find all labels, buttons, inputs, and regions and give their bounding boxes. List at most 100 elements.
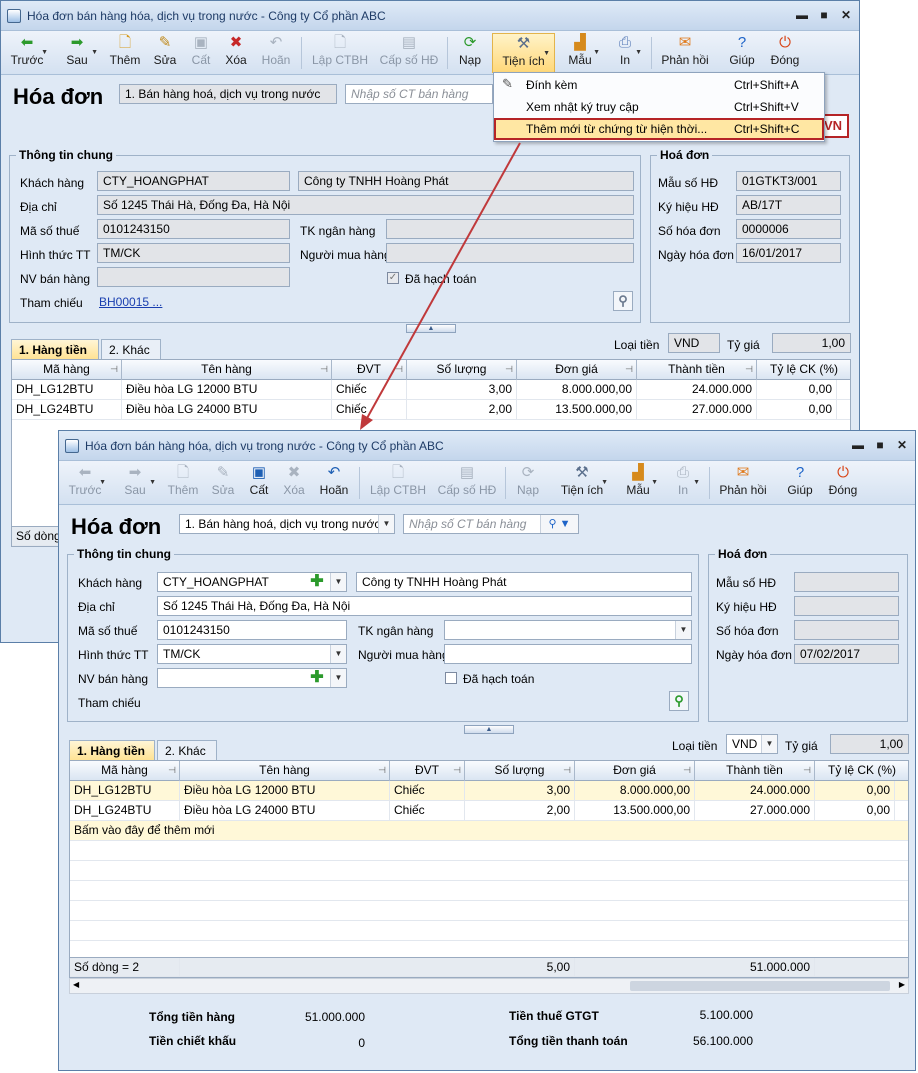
template-button[interactable]: ▟ Mẫu ▼ [619,463,658,503]
buyer-field[interactable] [386,243,634,263]
date-field[interactable]: 07/02/2017 [794,644,899,664]
table-row[interactable]: DH_LG12BTU Điều hòa LG 12000 BTU Chiếc 3,00… [12,380,850,400]
table-row[interactable] [70,861,908,881]
prev-button[interactable]: ⬅ Trước ▼ [65,463,106,503]
undo-button[interactable]: ↶ Hoãn [257,33,295,73]
delete-button[interactable]: ✖ Xóa [277,463,311,503]
load-button[interactable]: ⟳ Nạp [455,33,485,73]
address-field[interactable]: Số 1245 Thái Hà, Đống Đa, Hà Nội [97,195,634,215]
close-window-button[interactable]: ✕ [893,437,911,455]
customer-name-field[interactable]: Công ty TNHH Hoàng Phát [356,572,692,592]
maximize-button[interactable]: ■ [871,437,889,455]
add-button[interactable]: 🗋 Thêm [163,463,203,503]
print-button[interactable]: ⎙ In ▼ [609,33,642,73]
tab-other[interactable]: 2. Khác [101,339,161,359]
bank-field[interactable]: ▼ [444,620,692,640]
currency-field[interactable]: VND [668,333,720,353]
add-row-hint[interactable]: Bấm vào đây để thêm mới [70,821,908,841]
next-button[interactable]: ➡ Sau ▼ [57,33,98,73]
posted-checkbox[interactable]: ✓ [387,272,399,284]
posted-checkbox[interactable] [445,672,457,684]
bank-field[interactable] [386,219,634,239]
customer-code-field[interactable]: CTY_HOANGPHAT [97,171,290,191]
invoice-number-button[interactable]: ▤ Cấp số HĐ [435,463,499,503]
tax-field[interactable]: 0101243150 [97,219,290,239]
invoice-type-select[interactable]: 1. Bán hàng hoá, dịch vụ trong nước [119,84,337,104]
ctbh-button[interactable]: 🗋 Lập CTBH [309,33,371,73]
close-form-button[interactable]: ⏻ Đóng [765,33,805,73]
prev-button[interactable]: ⬅ Trước ▼ [7,33,48,73]
tab-goods[interactable]: 1. Hàng tiền [11,339,99,359]
menu-item-copy-from-current[interactable]: Thêm mới từ chứng từ hiện thời... Ctrl+S… [494,118,824,140]
load-button[interactable]: ⟳ Nạp [513,463,543,503]
table-row[interactable]: DH_LG12BTU Điều hòa LG 12000 BTU Chiếc 3,00… [70,781,908,801]
table-row[interactable]: DH_LG24BTU Điều hòa LG 24000 BTU Chiếc 2,00… [12,400,850,420]
customer-name-field[interactable]: Công ty TNHH Hoàng Phát [298,171,634,191]
add-ref-icon[interactable]: ⚲ [669,691,689,711]
search-voucher-input[interactable]: Nhập số CT bán hàng ⚲ ▼ [403,514,579,534]
close-window-button[interactable]: ✕ [837,7,855,25]
payment-field[interactable]: TM/CK ▼ [157,644,347,664]
invoice-number-button[interactable]: ▤ Cấp số HĐ [377,33,441,73]
feedback-button[interactable]: ✉ Phản hồi [659,33,711,73]
address-field[interactable]: Số 1245 Thái Hà, Đống Đa, Hà Nội [157,596,692,616]
col-qty[interactable]: Số lượng ⊣ [407,360,517,380]
table-row[interactable] [70,901,908,921]
col-code[interactable]: Mã hàng ⊣ [12,360,122,380]
col-price[interactable]: Đơn giá ⊣ [575,761,695,781]
help-button[interactable]: ? Giúp [725,33,759,73]
col-discount[interactable]: Tỷ lệ CK (%) [757,360,850,380]
invoice-no-field[interactable]: 0000006 [736,219,841,239]
rate-field[interactable]: 1,00 [772,333,851,353]
add-customer-icon[interactable]: ✚ [309,574,325,590]
table-row[interactable]: DH_LG24BTU Điều hòa LG 24000 BTU Chiếc 2,00… [70,801,908,821]
col-discount[interactable]: Tỷ lệ CK (%) [815,761,908,781]
currency-field[interactable]: VND ▼ [726,734,778,754]
table-row[interactable] [70,921,908,941]
search-ref-icon[interactable]: ⚲ [613,291,633,311]
horizontal-scrollbar[interactable]: ◀ ▶ [69,978,909,994]
table-row[interactable] [70,881,908,901]
save-button[interactable]: ▣ Cất [185,33,217,73]
date-field[interactable]: 16/01/2017 [736,243,841,263]
collapse-handle[interactable]: ▲ [406,324,456,333]
col-name[interactable]: Tên hàng ⊣ [180,761,390,781]
table-row[interactable] [70,841,908,861]
col-code[interactable]: Mã hàng ⊣ [70,761,180,781]
col-qty[interactable]: Số lượng ⊣ [465,761,575,781]
search-voucher-input[interactable]: Nhập số CT bán hàng [345,84,493,104]
rate-field[interactable]: 1,00 [830,734,909,754]
scroll-left-icon[interactable]: ◀ [73,980,79,989]
utilities-button[interactable]: ⚒ Tiện ích ▼ [492,33,555,73]
col-amount[interactable]: Thành tiền ⊣ [695,761,815,781]
col-amount[interactable]: Thành tiền ⊣ [637,360,757,380]
minimize-button[interactable]: ▬ [793,7,811,25]
minimize-button[interactable]: ▬ [849,437,867,455]
delete-button[interactable]: ✖ Xóa [219,33,253,73]
collapse-handle[interactable]: ▲ [464,725,514,734]
edit-button[interactable]: ✎ Sửa [205,463,241,503]
scroll-right-icon[interactable]: ▶ [899,980,905,989]
save-button[interactable]: ▣ Cất [243,463,275,503]
col-price[interactable]: Đơn giá ⊣ [517,360,637,380]
print-button[interactable]: ⎙ In ▼ [667,463,700,503]
next-button[interactable]: ➡ Sau ▼ [115,463,156,503]
help-button[interactable]: ? Giúp [783,463,817,503]
col-unit[interactable]: ĐVT ⊣ [390,761,465,781]
template-button[interactable]: ▟ Mẫu ▼ [561,33,600,73]
undo-button[interactable]: ↶ Hoãn [315,463,353,503]
payment-field[interactable]: TM/CK [97,243,290,263]
scroll-thumb[interactable] [630,981,890,991]
add-button[interactable]: 🗋 Thêm [105,33,145,73]
invoice-type-select[interactable]: 1. Bán hàng hoá, dịch vụ trong nước ▼ [179,514,395,534]
ctbh-button[interactable]: 🗋 Lập CTBH [367,463,429,503]
maximize-button[interactable]: ■ [815,7,833,25]
tab-other[interactable]: 2. Khác [157,740,217,760]
invoice-no-field[interactable] [794,620,899,640]
menu-item-access-log[interactable]: Xem nhật ký truy cập Ctrl+Shift+V [494,96,824,118]
feedback-button[interactable]: ✉ Phản hồi [717,463,769,503]
tab-goods[interactable]: 1. Hàng tiền [69,740,155,760]
edit-button[interactable]: ✎ Sửa [147,33,183,73]
add-seller-icon[interactable]: ✚ [309,670,325,686]
symbol-field[interactable]: AB/17T [736,195,841,215]
